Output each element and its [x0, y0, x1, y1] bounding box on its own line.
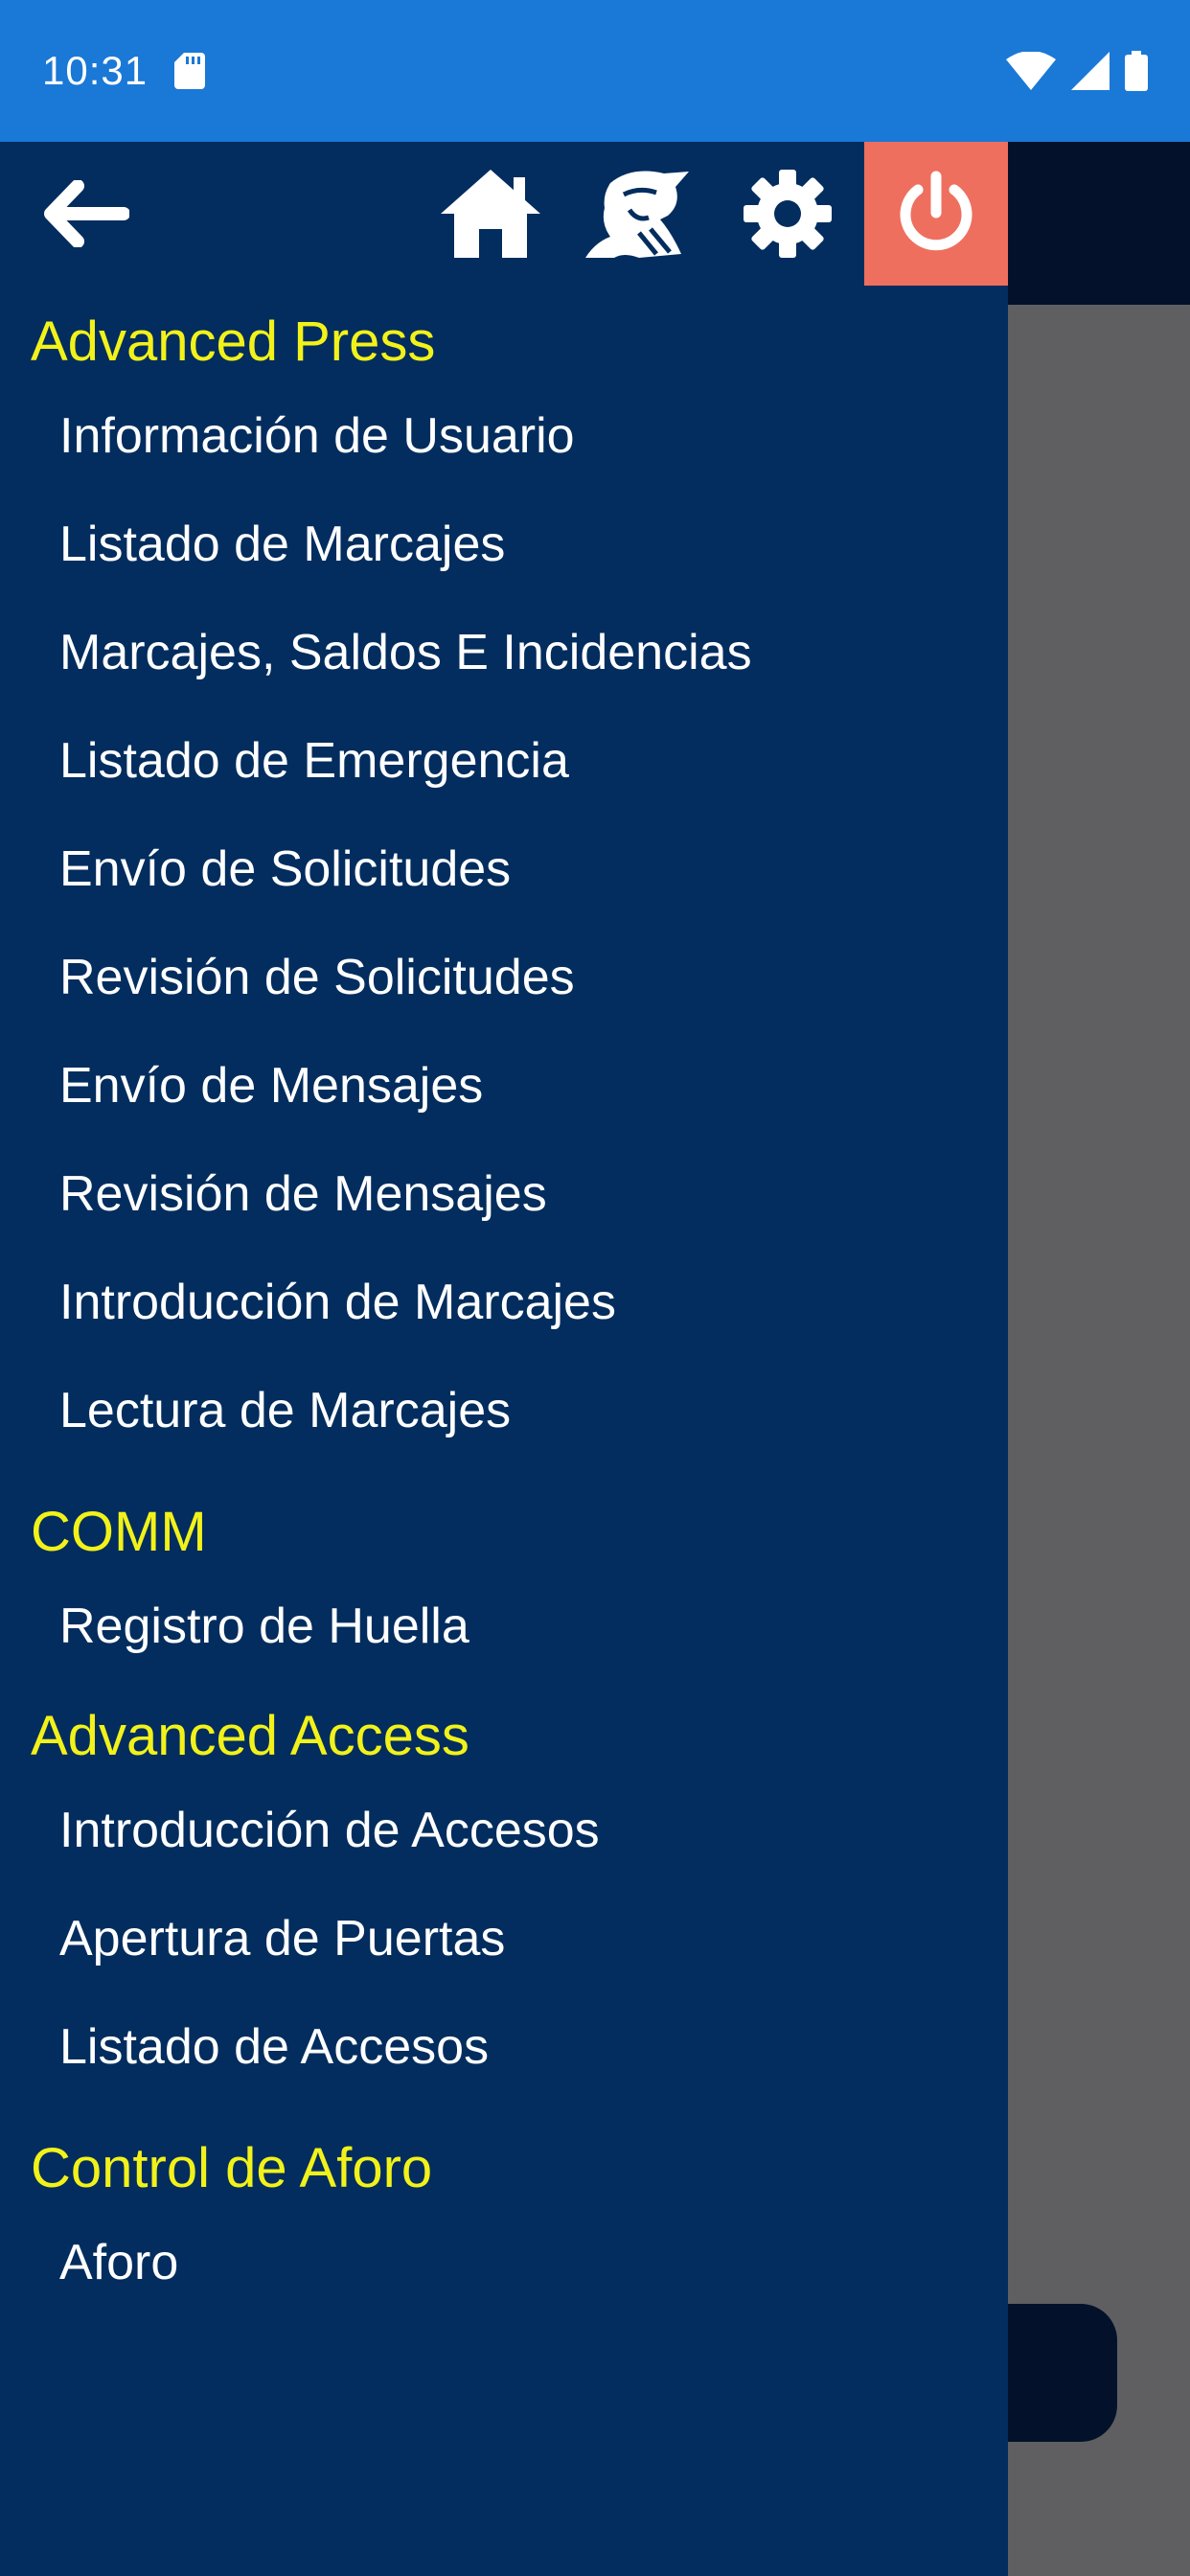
section-title: Advanced Access [31, 1705, 469, 1767]
status-right [1006, 51, 1148, 91]
menu-item-envio-mensajes[interactable]: Envío de Mensajes [0, 1031, 1008, 1139]
menu-item-marcajes-saldos-incidencias[interactable]: Marcajes, Saldos E Incidencias [0, 598, 1008, 706]
status-bar: 10:31 [0, 0, 1190, 142]
section-comm: COMM Registro de Huella [0, 1476, 1008, 1680]
menu-item-introduccion-accesos[interactable]: Introducción de Accesos [0, 1776, 1008, 1884]
status-left: 10:31 [42, 48, 206, 94]
section-advanced-access: Advanced Access Introducción de Accesos … [0, 1680, 1008, 2101]
status-time: 10:31 [42, 48, 149, 93]
menu-item-registro-huella[interactable]: Registro de Huella [0, 1572, 1008, 1680]
menu-item-listado-marcajes[interactable]: Listado de Marcajes [0, 490, 1008, 598]
home-icon [441, 170, 540, 258]
section-title: Control de Aforo [31, 2137, 433, 2199]
menu-item-listado-emergencia[interactable]: Listado de Emergencia [0, 706, 1008, 815]
menu-item-listado-accesos[interactable]: Listado de Accesos [0, 1992, 1008, 2101]
menu-item-aforo[interactable]: Aforo [0, 2208, 1008, 2316]
menu-item-apertura-puertas[interactable]: Apertura de Puertas [0, 1884, 1008, 1992]
power-icon [900, 171, 973, 251]
power-button[interactable] [864, 142, 1008, 286]
menu-item-revision-solicitudes[interactable]: Revisión de Solicitudes [0, 923, 1008, 1031]
section-control-aforo: Control de Aforo Aforo [0, 2112, 1008, 2316]
settings-button[interactable] [730, 142, 845, 286]
home-button[interactable] [433, 142, 548, 286]
section-title: Advanced Press [31, 310, 436, 373]
back-arrow-icon [44, 180, 129, 247]
drawer-menu: Advanced Press Información de Usuario Li… [0, 286, 1008, 2316]
company-logo-icon [585, 171, 689, 258]
company-logo-button[interactable] [577, 142, 699, 286]
menu-item-informacion-usuario[interactable]: Información de Usuario [0, 381, 1008, 490]
screen: 10:31 Advanced Press Información de Usua… [0, 0, 1190, 2576]
section-advanced-press: Advanced Press Información de Usuario Li… [0, 286, 1008, 1464]
cell-signal-icon [1071, 52, 1110, 90]
navigation-drawer: Advanced Press Información de Usuario Li… [0, 142, 1008, 2576]
menu-item-revision-mensajes[interactable]: Revisión de Mensajes [0, 1139, 1008, 1248]
gear-icon [744, 170, 832, 258]
drawer-toolbar [0, 142, 1008, 286]
menu-item-envio-solicitudes[interactable]: Envío de Solicitudes [0, 815, 1008, 923]
section-title: COMM [31, 1501, 207, 1563]
battery-icon [1125, 51, 1148, 91]
menu-item-introduccion-marcajes[interactable]: Introducción de Marcajes [0, 1248, 1008, 1356]
wifi-icon [1006, 52, 1056, 90]
sd-card-icon [174, 53, 206, 89]
menu-item-lectura-marcajes[interactable]: Lectura de Marcajes [0, 1356, 1008, 1464]
back-button[interactable] [29, 142, 144, 286]
